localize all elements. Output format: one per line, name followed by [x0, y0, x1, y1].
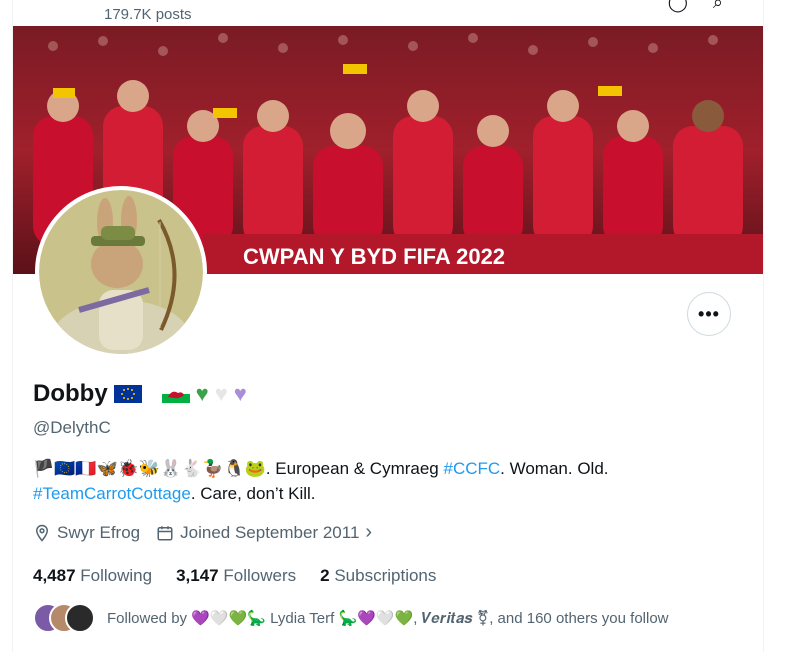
map-pin-icon: [35, 524, 49, 542]
chevron-right-icon: ›: [365, 521, 373, 543]
bio-emojis: 🏴🇪🇺🇫🇷🦋🐞🐝🐰🐇🦆🐧🐸: [33, 459, 266, 478]
followed-by-emojis-2: 🦕💜🤍💚: [338, 610, 414, 627]
eu-flag-icon: [113, 385, 142, 403]
more-options-icon: •••: [698, 303, 720, 324]
green-heart-icon: ♥: [195, 381, 209, 406]
location-text: Swyr Efrog: [57, 522, 141, 542]
bio-text-1: . European & Cymraeg: [265, 459, 444, 478]
followed-by-prefix: Followed by: [107, 609, 188, 627]
subscriptions-link[interactable]: 2 Subscriptions: [320, 566, 436, 586]
profile-handle: @DelythC: [33, 418, 111, 437]
hashtag-ccfc-link[interactable]: #CCFC: [444, 459, 501, 478]
subscriptions-label: Subscriptions: [334, 566, 437, 585]
profile-stats: 4,487 Following 3,147 Followers 2 Subscr…: [33, 566, 436, 586]
location-item: Swyr Efrog: [33, 523, 140, 543]
followers-label: Followers: [223, 566, 297, 585]
banner-caption: CWPAN Y BYD FIFA 2022: [243, 244, 505, 269]
avatar: [65, 603, 95, 633]
purple-heart-icon: ♥: [233, 381, 247, 406]
profile-column: 179.7K posts ◯ ⌕ CWPAN Y BYD FIFA 2022 •…: [12, 0, 764, 652]
followed-by-emojis-1: 💜🤍💚🦕: [191, 610, 266, 627]
subscriptions-count: 2: [320, 566, 330, 585]
following-count: 4,487: [33, 566, 76, 585]
wales-flag-icon: [161, 385, 190, 403]
followers-count: 3,147: [176, 566, 219, 585]
avatar-image: [39, 190, 203, 354]
profile-bio: 🏴🇪🇺🇫🇷🦋🐞🐝🐰🐇🦆🐧🐸. European & Cymraeg #CCFC.…: [33, 456, 733, 506]
followed-by-name-2: 𝑽𝒆𝒓𝒊𝒕𝒂𝒔 ⚧: [421, 610, 490, 627]
following-label: Following: [80, 566, 153, 585]
followed-by-row[interactable]: Followed by 💜🤍💚🦕 Lydia Terf 🦕💜🤍💚, 𝑽𝒆𝒓𝒊𝒕𝒂…: [33, 603, 669, 633]
joined-text: Joined September 2011: [180, 522, 360, 542]
followed-by-avatars: [33, 603, 95, 633]
profile-name: Dobby: [33, 380, 108, 407]
profile-name-row: Dobby ♥ ♥ ♥: [33, 380, 247, 408]
topbar-icons: ◯ ⌕: [668, 0, 723, 13]
hashtag-teamcarrotcottage-link[interactable]: #TeamCarrotCottage: [33, 484, 191, 503]
white-heart-icon: ♥: [214, 381, 228, 406]
posts-count: 179.7K posts: [104, 6, 192, 23]
bio-text-2: . Woman. Old.: [500, 459, 609, 478]
profile-topbar: 179.7K posts ◯ ⌕: [13, 0, 763, 26]
followed-by-suffix: , and 160 others you follow: [489, 609, 669, 627]
grok-icon[interactable]: ◯: [668, 0, 688, 12]
calendar-icon: [157, 525, 173, 540]
followed-by-name-1: Lydia Terf: [270, 609, 335, 627]
bio-text-3: . Care, don’t Kill.: [190, 484, 316, 503]
following-link[interactable]: 4,487 Following: [33, 566, 152, 586]
joined-item[interactable]: Joined September 2011 ›: [156, 521, 372, 544]
more-options-button[interactable]: •••: [687, 292, 731, 336]
followers-link[interactable]: 3,147 Followers: [176, 566, 296, 586]
profile-meta: Swyr Efrog Joined September 2011 ›: [33, 521, 372, 544]
search-icon[interactable]: ⌕: [713, 0, 723, 12]
profile-avatar[interactable]: [35, 186, 207, 358]
